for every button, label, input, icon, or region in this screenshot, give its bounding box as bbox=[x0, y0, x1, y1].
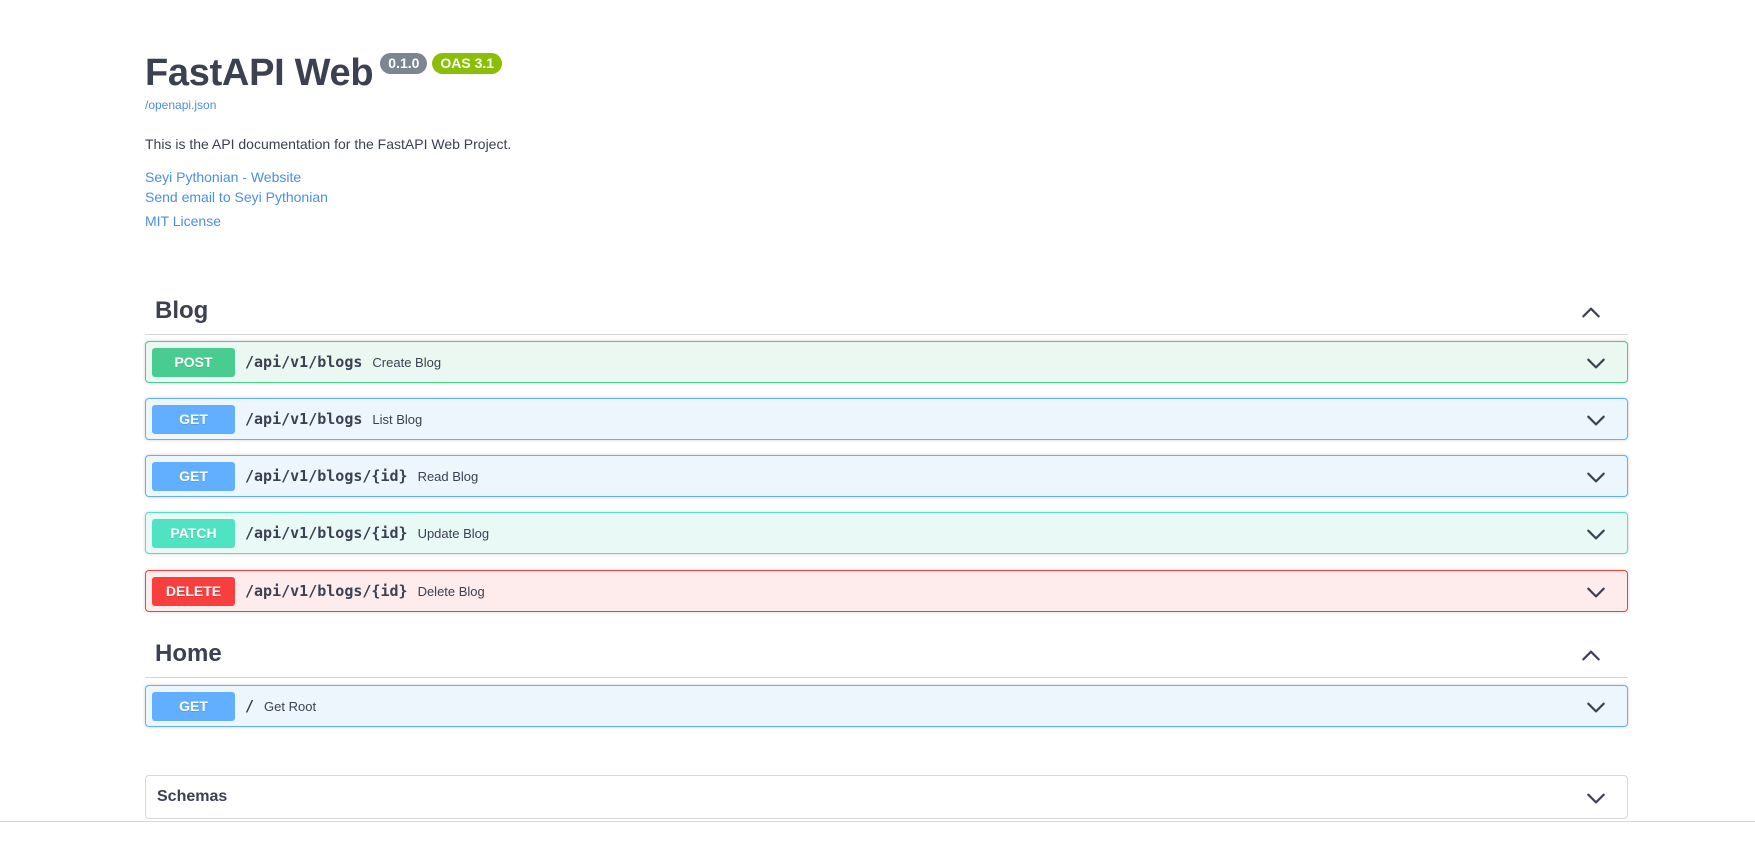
operation-summary: Delete Blog bbox=[417, 583, 485, 599]
operation-path: /api/v1/blogs/{id} bbox=[245, 582, 408, 600]
method-badge: POST bbox=[152, 347, 235, 377]
operation-get-root[interactable]: GET / Get Root bbox=[145, 685, 1628, 727]
schemas-section[interactable]: Schemas bbox=[145, 775, 1628, 819]
oas-badge: OAS 3.1 bbox=[432, 53, 503, 74]
method-badge: DELETE bbox=[152, 576, 235, 606]
chevron-up-icon[interactable] bbox=[1580, 301, 1602, 323]
api-description: This is the API documentation for the Fa… bbox=[145, 136, 512, 152]
openapi-json-link[interactable]: /openapi.json bbox=[145, 98, 216, 112]
chevron-up-icon[interactable] bbox=[1580, 644, 1602, 666]
license-link[interactable]: MIT License bbox=[145, 213, 221, 229]
contact-website-link[interactable]: Seyi Pythonian - Website bbox=[145, 169, 301, 185]
operation-summary: List Blog bbox=[372, 411, 423, 427]
chevron-down-icon[interactable] bbox=[1585, 523, 1607, 545]
operation-get-blogs[interactable]: GET /api/v1/blogs List Blog bbox=[145, 398, 1628, 440]
chevron-down-icon[interactable] bbox=[1585, 696, 1607, 718]
operation-path: /api/v1/blogs/{id} bbox=[245, 467, 408, 485]
method-badge: GET bbox=[152, 461, 235, 491]
chevron-down-icon[interactable] bbox=[1585, 787, 1607, 809]
version-badge: 0.1.0 bbox=[380, 53, 428, 74]
page-divider bbox=[0, 821, 1755, 822]
schemas-title: Schemas bbox=[157, 788, 228, 805]
contact-email-link[interactable]: Send email to Seyi Pythonian bbox=[145, 189, 328, 205]
page-title: FastAPI Web bbox=[145, 52, 374, 94]
operation-path: /api/v1/blogs bbox=[245, 353, 363, 371]
operation-summary: Create Blog bbox=[372, 354, 442, 370]
method-badge: GET bbox=[152, 691, 235, 721]
chevron-down-icon[interactable] bbox=[1585, 581, 1607, 603]
info-title-row: FastAPI Web 0.1.0 OAS 3.1 bbox=[145, 50, 503, 96]
operation-summary: Get Root bbox=[264, 698, 317, 714]
operation-path: / bbox=[245, 697, 255, 715]
operation-path: /api/v1/blogs/{id} bbox=[245, 524, 408, 542]
chevron-down-icon[interactable] bbox=[1585, 352, 1607, 374]
operation-summary: Update Blog bbox=[417, 525, 490, 541]
operation-patch-blog[interactable]: PATCH /api/v1/blogs/{id} Update Blog bbox=[145, 512, 1628, 554]
chevron-down-icon[interactable] bbox=[1585, 466, 1607, 488]
operation-post-blogs[interactable]: POST /api/v1/blogs Create Blog bbox=[145, 341, 1628, 383]
tag-name: Blog bbox=[155, 297, 209, 324]
tag-header-blog[interactable]: Blog bbox=[145, 287, 1628, 335]
operation-get-blog-by-id[interactable]: GET /api/v1/blogs/{id} Read Blog bbox=[145, 455, 1628, 497]
operation-delete-blog[interactable]: DELETE /api/v1/blogs/{id} Delete Blog bbox=[145, 570, 1628, 612]
method-badge: PATCH bbox=[152, 518, 235, 548]
method-badge: GET bbox=[152, 404, 235, 434]
chevron-down-icon[interactable] bbox=[1585, 409, 1607, 431]
tag-name: Home bbox=[155, 640, 222, 667]
operation-path: /api/v1/blogs bbox=[245, 410, 363, 428]
tag-header-home[interactable]: Home bbox=[145, 630, 1628, 678]
operation-summary: Read Blog bbox=[417, 468, 479, 484]
